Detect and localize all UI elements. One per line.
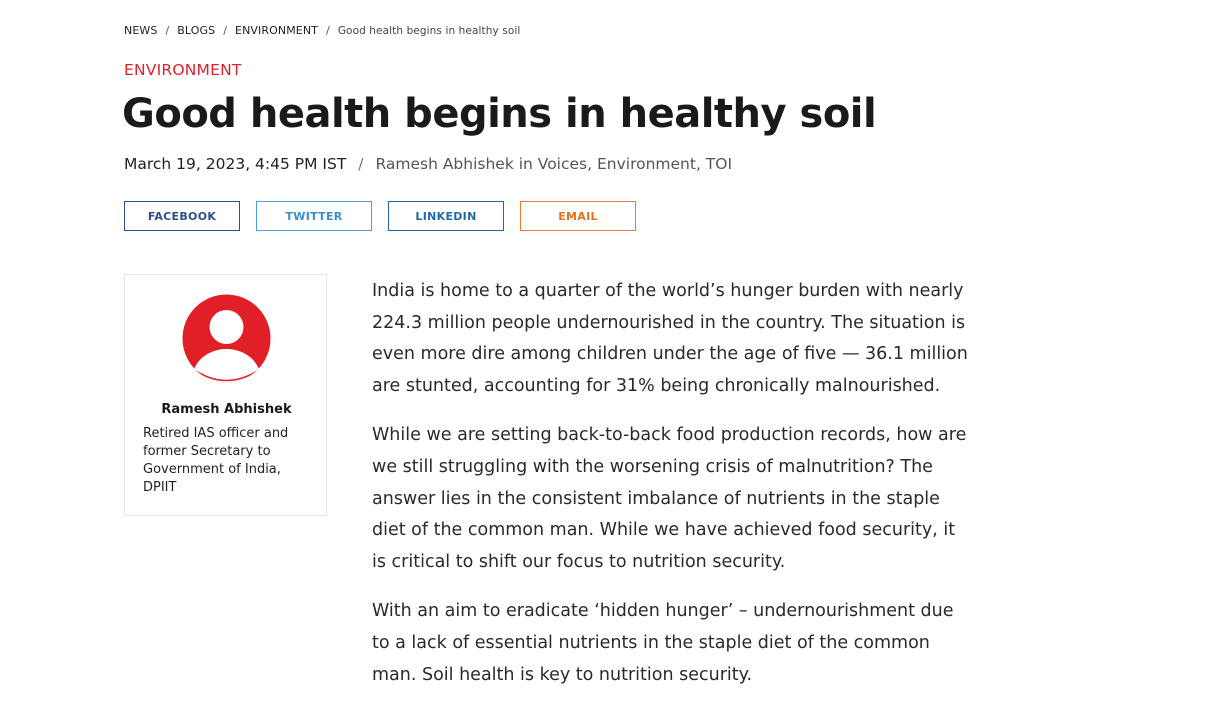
article-paragraph: With an aim to eradicate ‘hidden hunger’… — [372, 601, 954, 685]
breadcrumb-current: Good health begins in healthy soil — [337, 24, 521, 37]
breadcrumb-news[interactable]: NEWS — [124, 24, 157, 37]
meta-separator: / — [358, 155, 364, 173]
article-title: Good health begins in healthy soil — [122, 91, 877, 137]
article-paragraph: While we are setting back-to-back food p… — [372, 425, 967, 572]
article-meta: March 19, 2023, 4:45 PM IST / Ramesh Abh… — [124, 155, 732, 173]
article-body: India is home to a quarter of the world’… — [372, 276, 972, 709]
breadcrumb-environment[interactable]: ENVIRONMENT — [235, 24, 318, 37]
byline[interactable]: Ramesh Abhishek in Voices, Environment, … — [375, 155, 732, 173]
share-linkedin-button[interactable]: LINKEDIN — [388, 201, 504, 231]
author-bio: Retired IAS officer and former Secretary… — [143, 426, 289, 495]
breadcrumb-separator: / — [165, 24, 170, 37]
breadcrumb-separator: / — [326, 24, 330, 37]
breadcrumb: NEWS / BLOGS / ENVIRONMENT / Good health… — [124, 24, 520, 37]
user-silhouette-icon[interactable] — [182, 294, 271, 383]
publish-date: March 19, 2023, 4:45 PM IST — [124, 155, 347, 173]
category-link[interactable]: ENVIRONMENT — [124, 61, 242, 79]
share-email-button[interactable]: EMAIL — [520, 201, 636, 231]
article-paragraph: India is home to a quarter of the world’… — [372, 281, 968, 396]
breadcrumb-separator: / — [223, 24, 228, 37]
share-facebook-button[interactable]: FACEBOOK — [124, 201, 240, 231]
author-name[interactable]: Ramesh Abhishek — [125, 402, 328, 417]
share-twitter-button[interactable]: TWITTER — [256, 201, 372, 231]
breadcrumb-blogs[interactable]: BLOGS — [177, 24, 215, 37]
author-card: Ramesh Abhishek Retired IAS officer and … — [124, 274, 327, 516]
